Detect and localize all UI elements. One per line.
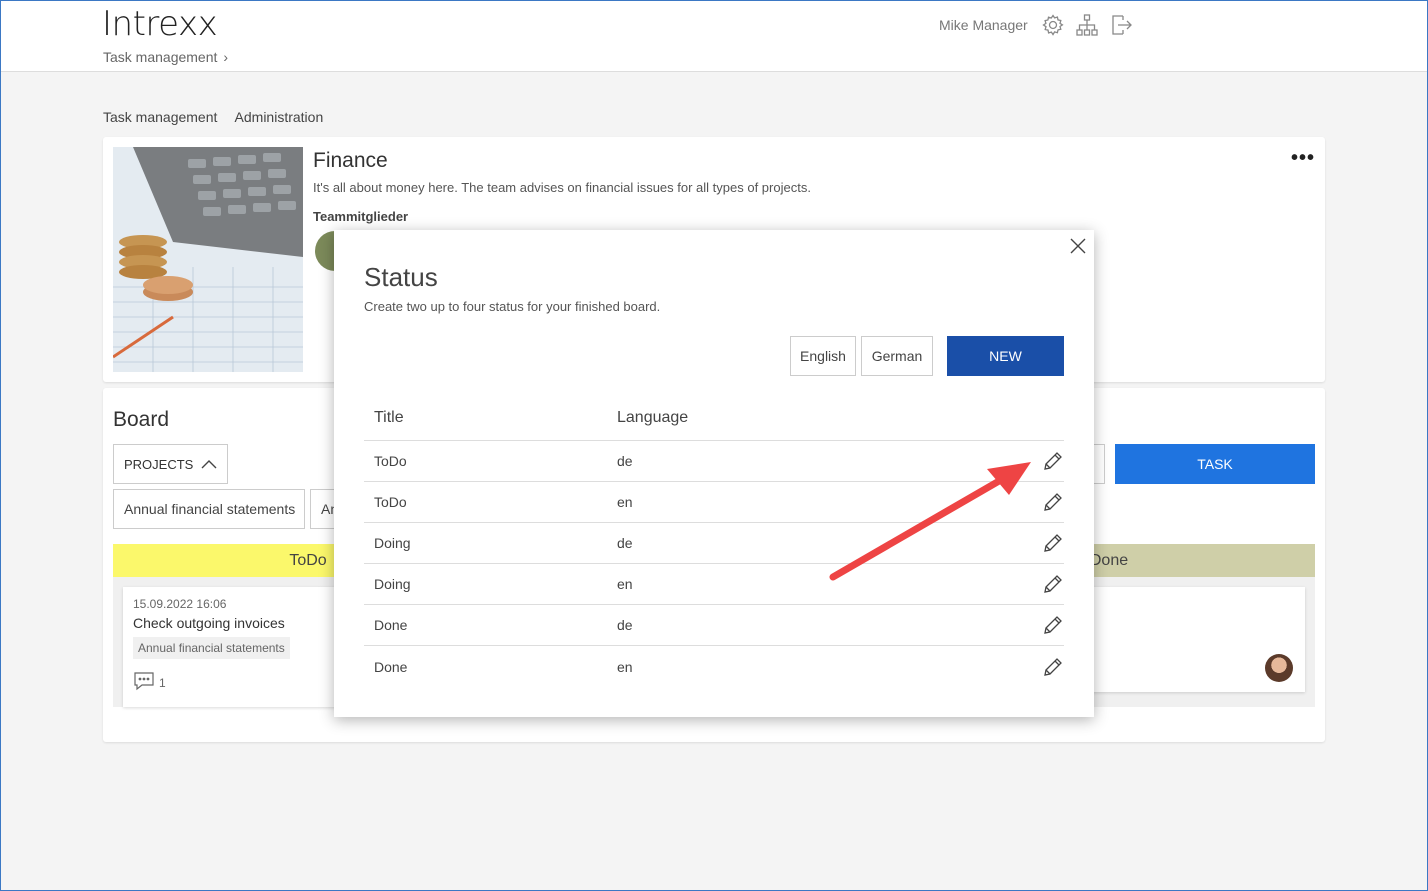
pencil-icon[interactable] [1017,532,1064,554]
status-table: Title Language ToDo de ToDo en Doing de … [364,395,1064,687]
dialog-description: Create two up to four status for your fi… [364,299,661,314]
row-title: ToDo [374,453,407,469]
pencil-icon[interactable] [1017,573,1064,595]
german-button[interactable]: German [861,336,933,376]
status-dialog: Status Create two up to four status for … [334,230,1094,717]
table-row[interactable]: Doing en [364,564,1064,605]
table-row[interactable]: ToDo de [364,441,1064,482]
column-title-header: Title [374,408,404,426]
pencil-icon[interactable] [1017,614,1064,636]
table-row[interactable]: Doing de [364,523,1064,564]
column-language-header: Language [617,408,689,426]
row-language: en [617,494,633,510]
dialog-title: Status [364,262,438,292]
row-title: ToDo [374,494,407,510]
row-language: en [617,576,633,592]
row-title: Doing [374,576,411,592]
new-status-button[interactable]: NEW [947,336,1064,376]
english-button[interactable]: English [790,336,856,376]
row-title: Done [374,617,408,633]
table-header: Title Language [364,395,1064,441]
row-language: de [617,453,633,469]
table-row[interactable]: ToDo en [364,482,1064,523]
row-title: Doing [374,535,411,551]
row-language: en [617,658,633,675]
pencil-icon[interactable] [1017,491,1064,513]
pencil-icon[interactable] [1017,450,1064,472]
table-row[interactable]: Done en [364,646,1064,687]
row-title: Done [374,658,408,675]
table-row[interactable]: Done de [364,605,1064,646]
close-icon[interactable] [1068,236,1088,256]
pencil-icon[interactable] [1017,656,1064,678]
modal-overlay: Status Create two up to four status for … [1,1,1427,890]
row-language: de [617,535,633,551]
row-language: de [617,617,633,633]
